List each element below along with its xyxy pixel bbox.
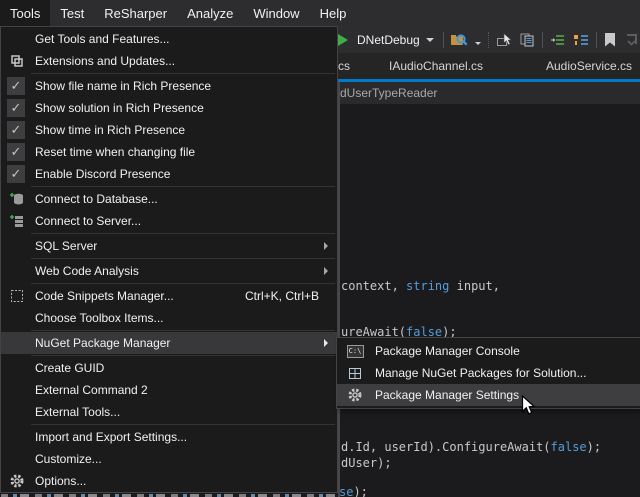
menu-item-reset-time[interactable]: ✓Reset time when changing file [1,141,337,163]
tab-clipped[interactable]: cs [338,53,350,79]
code-line: dUser); [341,456,392,470]
clipped-icon[interactable] [624,32,640,48]
gear-icon [7,473,27,489]
comment-lines-icon[interactable] [573,32,589,48]
code-line: se); [339,485,368,497]
check-icon: ✓ [7,143,25,161]
menu-item-import-export-settings[interactable]: Import and Export Settings... [1,426,337,448]
duplicate-lines-icon[interactable] [519,32,535,48]
extensions-icon [7,53,27,69]
submenu-item-package-manager-settings[interactable]: Package Manager Settings [337,384,640,406]
tools-menu: Get Tools and Features... Extensions and… [0,26,338,493]
menu-item-enable-discord-presence[interactable]: ✓Enable Discord Presence [1,163,337,185]
menubar-item-test[interactable]: Test [50,0,94,26]
menu-item-external-tools[interactable]: External Tools... [1,401,337,423]
menu-separator [31,186,335,187]
chevron-down-icon [426,38,434,42]
menubar-item-help[interactable]: Help [310,0,357,26]
menu-separator [31,355,335,356]
run-icon[interactable] [338,34,348,46]
breadcrumb: dUserTypeReader [340,86,437,100]
submenu-item-manage-nuget-packages[interactable]: Manage NuGet Packages for Solution... [337,362,640,384]
check-icon: ✓ [7,77,25,95]
menubar-item-tools[interactable]: Tools [0,0,50,26]
run-config-label: DNetDebug [357,33,420,47]
menu-separator [31,283,335,284]
check-icon: ✓ [7,121,25,139]
editor-left-border [338,82,340,497]
menu-separator [31,73,335,74]
code-line: d.Id, userId).ConfigureAwait(false); [341,440,601,454]
menu-item-web-code-analysis[interactable]: Web Code Analysis [1,260,337,282]
menu-item-sql-server[interactable]: SQL Server [1,235,337,257]
menubar-item-analyze[interactable]: Analyze [177,0,243,26]
menu-item-options[interactable]: Options... [1,470,337,492]
indent-lines-icon[interactable] [550,32,566,48]
check-icon: ✓ [7,99,25,117]
menu-separator [31,330,335,331]
menubar-item-resharper[interactable]: ReSharper [94,0,177,26]
submenu-item-package-manager-console[interactable]: C:\ Package Manager Console [337,340,640,362]
menu-separator [31,233,335,234]
menu-item-choose-toolbox-items[interactable]: Choose Toolbox Items... [1,307,337,329]
menu-separator [31,258,335,259]
menu-item-nuget-package-manager[interactable]: NuGet Package Manager [1,332,337,354]
menu-item-connect-to-database[interactable]: Connect to Database... [1,188,337,210]
check-icon: ✓ [7,165,25,183]
run-config-dropdown[interactable]: DNetDebug [355,33,436,47]
tab-audioservice[interactable]: AudioService.cs [546,53,632,79]
find-dropdown-icon[interactable] [475,42,481,45]
submenu-arrow-icon [324,339,328,347]
menu-separator [31,424,335,425]
nuget-submenu: C:\ Package Manager Console Manage NuGet… [336,337,640,409]
navigate-to-icon[interactable] [496,32,512,48]
menu-item-external-command-2[interactable]: External Command 2 [1,379,337,401]
menubar-item-window[interactable]: Window [243,0,309,26]
submenu-arrow-icon [324,267,328,275]
menu-item-customize[interactable]: Customize... [1,448,337,470]
code-line: context, string input, [341,279,500,293]
gear-icon [345,387,365,403]
menu-bar: Tools Test ReSharper Analyze Window Help [0,0,640,26]
menu-item-connect-to-server[interactable]: Connect to Server... [1,210,337,232]
code-snippets-icon [7,288,27,304]
toolbar-separator [488,32,489,48]
database-icon [7,191,27,207]
menu-item-show-time[interactable]: ✓Show time in Rich Presence [1,119,337,141]
mouse-cursor [521,395,536,422]
find-in-files-icon[interactable] [450,32,468,48]
menu-item-show-solution[interactable]: ✓Show solution in Rich Presence [1,97,337,119]
menu-item-extensions-and-updates[interactable]: Extensions and Updates... [1,50,337,72]
shortcut-label: Ctrl+K, Ctrl+B [245,289,327,303]
menu-item-create-guid[interactable]: Create GUID [1,357,337,379]
menu-item-get-tools-and-features[interactable]: Get Tools and Features... [1,28,337,50]
menu-item-show-file-name[interactable]: ✓Show file name in Rich Presence [1,75,337,97]
submenu-arrow-icon [324,242,328,250]
menu-item-code-snippets-manager[interactable]: Code Snippets Manager... Ctrl+K, Ctrl+B [1,285,337,307]
console-icon: C:\ [345,343,365,359]
bookmark-icon[interactable] [603,32,617,48]
server-icon [7,213,27,229]
manage-packages-icon [345,365,365,381]
tab-iaudiochannel[interactable]: IAudioChannel.cs [389,53,483,79]
vs-window: Tools Test ReSharper Analyze Window Help… [0,0,640,497]
